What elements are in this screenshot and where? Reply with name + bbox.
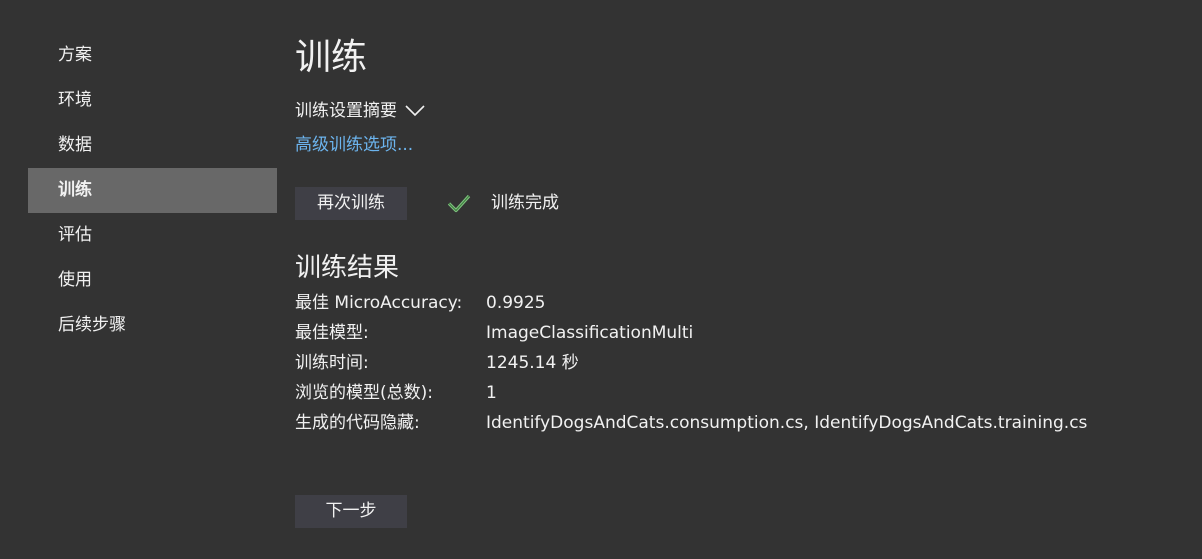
- result-label: 最佳 MicroAccuracy:: [295, 293, 463, 313]
- results-table: 最佳 MicroAccuracy: 0.9925 最佳模型: ImageClas…: [295, 288, 1087, 438]
- result-label: 生成的代码隐藏:: [295, 413, 420, 433]
- check-icon: [447, 194, 471, 213]
- result-row-generated-code: 生成的代码隐藏: IdentifyDogsAndCats.consumption…: [295, 408, 1087, 438]
- result-value: 1: [486, 383, 497, 403]
- sidebar-nav: 方案 环境 数据 训练 评估 使用 后续步骤: [28, 33, 277, 348]
- result-label: 浏览的模型(总数):: [295, 383, 433, 403]
- sidebar-item-train[interactable]: 训练: [28, 168, 277, 213]
- result-row-best-model: 最佳模型: ImageClassificationMulti: [295, 318, 1087, 348]
- retrain-button[interactable]: 再次训练: [295, 187, 407, 220]
- training-summary-label: 训练设置摘要: [295, 101, 397, 121]
- training-summary-toggle[interactable]: 训练设置摘要: [295, 98, 425, 124]
- result-value: ImageClassificationMulti: [486, 323, 694, 343]
- result-row-models-explored: 浏览的模型(总数): 1: [295, 378, 1087, 408]
- page-title: 训练: [295, 37, 368, 78]
- sidebar-item-evaluate[interactable]: 评估: [28, 213, 277, 258]
- advanced-training-options-link[interactable]: 高级训练选项...: [295, 132, 413, 158]
- sidebar-item-environment[interactable]: 环境: [28, 78, 277, 123]
- result-value: 0.9925: [486, 293, 546, 313]
- training-status: 训练完成: [447, 190, 559, 216]
- next-step-button[interactable]: 下一步: [295, 495, 407, 528]
- sidebar-item-scenario[interactable]: 方案: [28, 33, 277, 78]
- result-row-training-time: 训练时间: 1245.14 秒: [295, 348, 1087, 378]
- results-title: 训练结果: [295, 253, 400, 283]
- sidebar-item-data[interactable]: 数据: [28, 123, 277, 168]
- sidebar-item-consume[interactable]: 使用: [28, 258, 277, 303]
- result-label: 最佳模型:: [295, 323, 369, 343]
- result-label: 训练时间:: [295, 353, 369, 373]
- result-row-best-accuracy: 最佳 MicroAccuracy: 0.9925: [295, 288, 1087, 318]
- result-value: IdentifyDogsAndCats.consumption.cs, Iden…: [486, 413, 1088, 433]
- chevron-down-icon: [405, 105, 425, 117]
- status-text: 训练完成: [491, 193, 559, 213]
- sidebar-item-next-steps[interactable]: 后续步骤: [28, 303, 277, 348]
- result-value: 1245.14 秒: [486, 353, 579, 373]
